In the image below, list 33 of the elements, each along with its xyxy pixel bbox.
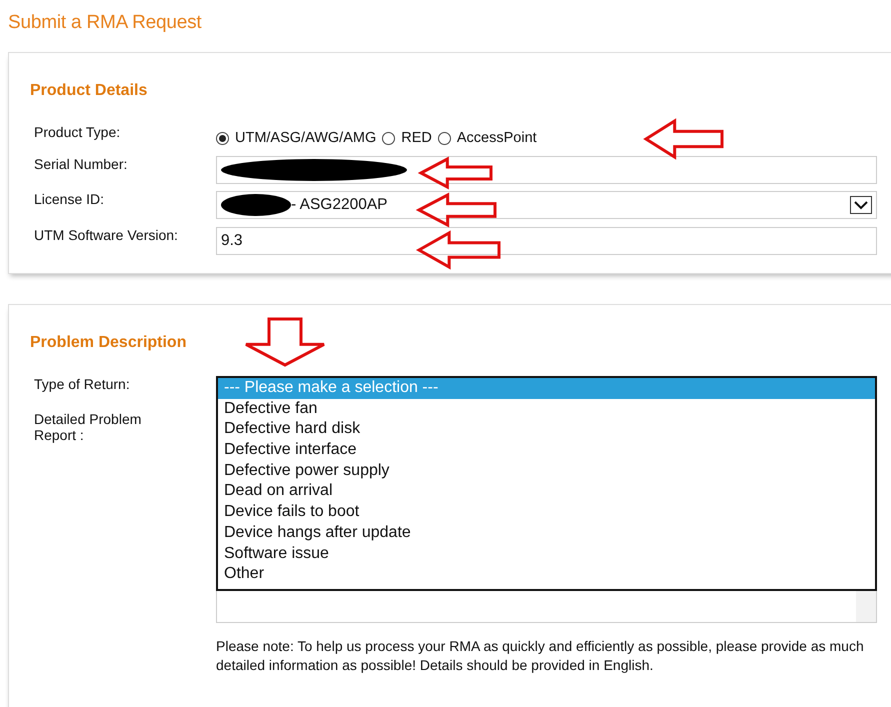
list-option[interactable]: Device hangs after update: [218, 522, 875, 544]
radio-option[interactable]: AccessPoint: [438, 130, 537, 146]
list-option[interactable]: Software issue: [218, 544, 875, 564]
note-text: Please note: To help us process your RMA as quickly and efficiently as possible, please provide as much detailed information as possible! Details should be provided in English.: [216, 636, 865, 675]
list-option[interactable]: Defective power supply: [218, 460, 875, 482]
list-option[interactable]: Device fails to boot: [218, 502, 875, 523]
radio-label: RED: [401, 130, 432, 146]
field-label: Product Type:: [33, 124, 122, 140]
arrow-annotation: [420, 158, 492, 188]
field-label: Serial Number:: [33, 156, 128, 172]
section-heading: Product Details: [30, 82, 148, 100]
list-option[interactable]: Dead on arrival: [218, 481, 875, 502]
list-option[interactable]: Other: [218, 564, 875, 585]
field-label: Type of Return:: [33, 376, 131, 392]
caret-icon: [850, 196, 872, 214]
return-type-listbox[interactable]: --- Please make a selection --- Defective fan Defective hard disk Defective interface Defective power supply Dead on arrival Device fails to boot Device hangs after update Software issue Other: [216, 376, 877, 591]
radio-button[interactable]: [382, 132, 396, 144]
field-label: Detailed Problem Report :: [33, 411, 142, 443]
list-option[interactable]: Defective fan: [218, 398, 875, 420]
field-label: UTM Software Version:: [33, 227, 179, 243]
radio-label: AccessPoint: [456, 130, 537, 146]
software-version-field[interactable]: 9.3: [216, 227, 877, 255]
section-heading: Problem Description: [30, 334, 188, 352]
radio-button[interactable]: [438, 132, 451, 144]
radio-button[interactable]: [216, 132, 229, 144]
page-title: Submit a RMA Request: [7, 11, 202, 35]
license-id-dropdown[interactable]: - ASG2200AP: [216, 191, 877, 219]
problem-report-field[interactable]: [216, 590, 877, 623]
list-option[interactable]: Defective interface: [218, 440, 875, 461]
field-label: License ID:: [33, 191, 106, 207]
serial-number-field[interactable]: [216, 156, 877, 184]
radio-option[interactable]: RED: [382, 130, 432, 146]
list-option[interactable]: Defective hard disk: [218, 419, 875, 440]
